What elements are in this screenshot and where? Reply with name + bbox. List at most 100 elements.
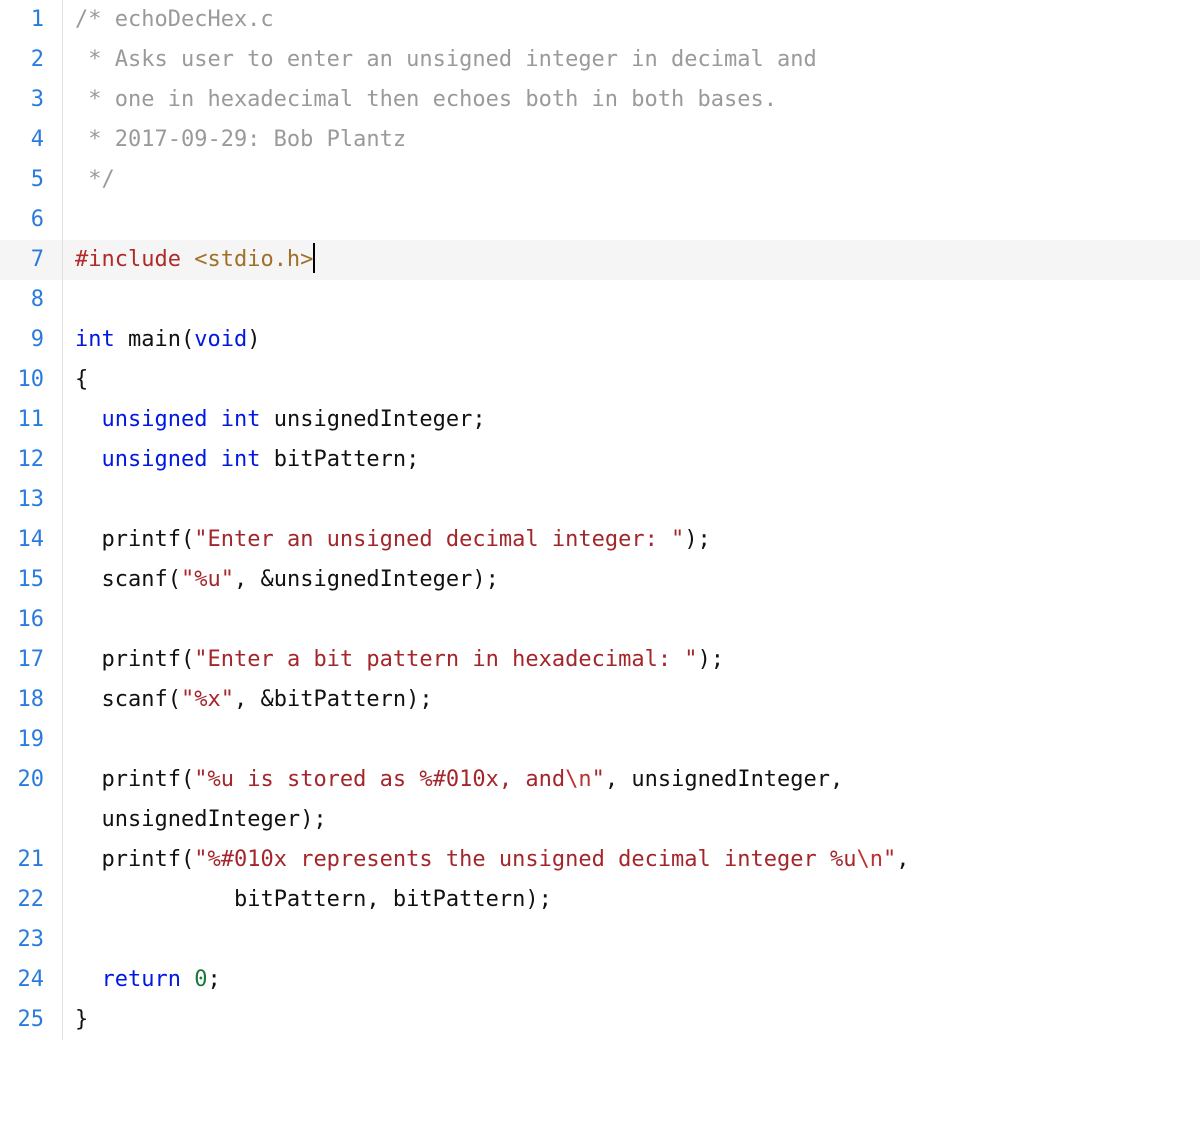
code-line-wrap[interactable]: unsignedInteger);	[0, 800, 1200, 840]
line-number: 14	[0, 520, 62, 560]
code-token	[75, 887, 234, 912]
code-content[interactable]: int main(void)	[63, 320, 1200, 360]
line-number: 7	[0, 240, 62, 280]
code-token	[75, 687, 102, 712]
line-number: 13	[0, 480, 62, 520]
code-line[interactable]: 15 scanf("%u", &unsignedInteger);	[0, 560, 1200, 600]
gutter-separator	[62, 480, 63, 520]
code-token: \n	[565, 767, 592, 792]
code-editor[interactable]: 1/* echoDecHex.c2 * Asks user to enter a…	[0, 0, 1200, 1040]
code-token: )	[247, 327, 260, 352]
code-line[interactable]: 7#include <stdio.h>	[0, 240, 1200, 280]
code-token: , &	[234, 687, 274, 712]
code-line[interactable]: 20 printf("%u is stored as %#010x, and\n…	[0, 760, 1200, 800]
code-token: printf	[102, 847, 181, 872]
code-content[interactable]: return 0;	[63, 960, 1200, 1000]
code-token	[260, 407, 273, 432]
code-token: scanf	[102, 687, 168, 712]
line-number: 3	[0, 80, 62, 120]
code-token: (	[181, 767, 194, 792]
code-token: "%#010x represents the unsigned decimal …	[194, 847, 856, 872]
code-content[interactable]: bitPattern, bitPattern);	[63, 880, 1200, 920]
code-line[interactable]: 6	[0, 200, 1200, 240]
code-content[interactable]: * Asks user to enter an unsigned integer…	[63, 40, 1200, 80]
code-content[interactable]: #include <stdio.h>	[63, 240, 1200, 280]
code-line[interactable]: 12 unsigned int bitPattern;	[0, 440, 1200, 480]
line-number: 5	[0, 160, 62, 200]
gutter-separator	[62, 280, 63, 320]
code-token: ;	[207, 967, 220, 992]
code-content[interactable]: printf("Enter an unsigned decimal intege…	[63, 520, 1200, 560]
line-number: 23	[0, 920, 62, 960]
code-content[interactable]: unsignedInteger);	[63, 800, 1200, 840]
code-line[interactable]: 21 printf("%#010x represents the unsigne…	[0, 840, 1200, 880]
gutter-separator	[62, 600, 63, 640]
code-token: return	[102, 967, 181, 992]
code-content[interactable]: printf("Enter a bit pattern in hexadecim…	[63, 640, 1200, 680]
code-content[interactable]: unsigned int unsignedInteger;	[63, 400, 1200, 440]
code-token	[75, 967, 102, 992]
code-content[interactable]: }	[63, 1000, 1200, 1040]
code-content[interactable]: unsigned int bitPattern;	[63, 440, 1200, 480]
code-token: bitPattern	[274, 687, 406, 712]
code-token	[75, 407, 102, 432]
code-token: "%u"	[181, 567, 234, 592]
code-line[interactable]: 19	[0, 720, 1200, 760]
code-token	[75, 527, 102, 552]
code-content[interactable]: /* echoDecHex.c	[63, 0, 1200, 40]
code-token: , &	[234, 567, 274, 592]
code-token: \n	[857, 847, 884, 872]
code-content[interactable]: scanf("%u", &unsignedInteger);	[63, 560, 1200, 600]
code-token: );	[406, 687, 433, 712]
line-number: 1	[0, 0, 62, 40]
code-line[interactable]: 3 * one in hexadecimal then echoes both …	[0, 80, 1200, 120]
code-content[interactable]: {	[63, 360, 1200, 400]
code-line[interactable]: 24 return 0;	[0, 960, 1200, 1000]
code-line[interactable]: 1/* echoDecHex.c	[0, 0, 1200, 40]
code-token: * 2017-09-29: Bob Plantz	[75, 127, 406, 152]
code-token: unsigned	[102, 447, 208, 472]
code-line[interactable]: 9int main(void)	[0, 320, 1200, 360]
code-token: scanf	[102, 567, 168, 592]
code-token: (	[168, 687, 181, 712]
code-token: "%x"	[181, 687, 234, 712]
code-content[interactable]: * 2017-09-29: Bob Plantz	[63, 120, 1200, 160]
line-number: 16	[0, 600, 62, 640]
code-content[interactable]: printf("%u is stored as %#010x, and\n", …	[63, 760, 1200, 800]
code-token: (	[181, 847, 194, 872]
code-line[interactable]: 8	[0, 280, 1200, 320]
code-token	[207, 447, 220, 472]
gutter-separator	[62, 920, 63, 960]
code-line[interactable]: 14 printf("Enter an unsigned decimal int…	[0, 520, 1200, 560]
code-line[interactable]: 18 scanf("%x", &bitPattern);	[0, 680, 1200, 720]
gutter-separator	[62, 200, 63, 240]
code-token: void	[194, 327, 247, 352]
code-line[interactable]: 23	[0, 920, 1200, 960]
code-content[interactable]: scanf("%x", &bitPattern);	[63, 680, 1200, 720]
code-token	[260, 447, 273, 472]
code-line[interactable]: 22 bitPattern, bitPattern);	[0, 880, 1200, 920]
code-content[interactable]: * one in hexadecimal then echoes both in…	[63, 80, 1200, 120]
line-number: 17	[0, 640, 62, 680]
code-line[interactable]: 13	[0, 480, 1200, 520]
code-line[interactable]: 2 * Asks user to enter an unsigned integ…	[0, 40, 1200, 80]
code-line[interactable]: 5 */	[0, 160, 1200, 200]
code-content[interactable]: */	[63, 160, 1200, 200]
code-line[interactable]: 16	[0, 600, 1200, 640]
code-line[interactable]: 10{	[0, 360, 1200, 400]
line-number: 9	[0, 320, 62, 360]
code-line[interactable]: 17 printf("Enter a bit pattern in hexade…	[0, 640, 1200, 680]
code-token	[75, 647, 102, 672]
line-number: 8	[0, 280, 62, 320]
code-line[interactable]: 25}	[0, 1000, 1200, 1040]
code-token: ,	[830, 767, 857, 792]
line-number: 11	[0, 400, 62, 440]
code-content[interactable]: printf("%#010x represents the unsigned d…	[63, 840, 1200, 880]
code-token: "	[592, 767, 605, 792]
code-line[interactable]: 11 unsigned int unsignedInteger;	[0, 400, 1200, 440]
code-token: (	[181, 527, 194, 552]
code-token	[181, 967, 194, 992]
code-line[interactable]: 4 * 2017-09-29: Bob Plantz	[0, 120, 1200, 160]
code-token: "Enter a bit pattern in hexadecimal: "	[194, 647, 697, 672]
code-token: "Enter an unsigned decimal integer: "	[194, 527, 684, 552]
